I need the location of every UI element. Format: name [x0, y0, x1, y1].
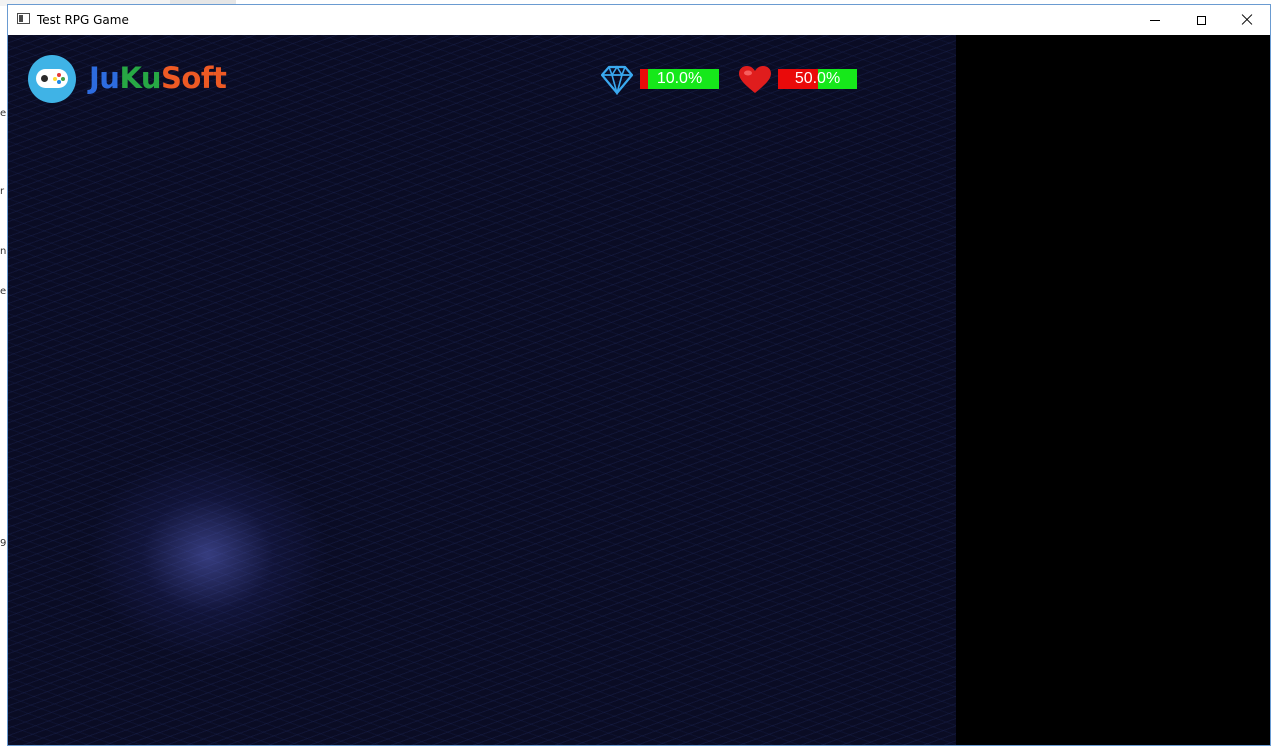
minimize-icon: [1150, 19, 1160, 21]
side-panel: [956, 35, 1270, 745]
gamepad-button: [61, 77, 65, 81]
background-text-fragment: n: [0, 246, 7, 257]
logo-wordmark: JuKuSoft: [89, 61, 227, 95]
window-title: Test RPG Game: [37, 13, 129, 27]
app-window-icon[interactable]: [17, 13, 30, 24]
maximize-icon: [1196, 15, 1206, 25]
logo-part-soft: Soft: [161, 61, 227, 95]
gamepad-body: [36, 69, 68, 88]
health-percent-label: 50.0%: [794, 70, 841, 87]
minimize-button[interactable]: [1132, 5, 1178, 35]
close-icon: [1241, 14, 1253, 26]
game-window: Test RPG Game JuKuSoft 10.0% 50.0%: [7, 4, 1271, 746]
title-bar[interactable]: Test RPG Game: [8, 5, 1270, 35]
maximize-button[interactable]: [1178, 5, 1224, 35]
logo-part-ju: Ju: [89, 61, 120, 95]
background-text-fragment: e: [0, 108, 7, 119]
close-button[interactable]: [1224, 5, 1270, 35]
gamepad-button: [57, 73, 61, 77]
mana-bar: 10.0%: [640, 69, 719, 89]
health-bar: 50.0%: [778, 69, 857, 89]
gamepad-button: [57, 80, 61, 84]
gamepad-icon: [28, 55, 76, 103]
diamond-icon: [600, 65, 634, 95]
logo-part-ku: Ku: [119, 61, 162, 95]
gamepad-dpad: [41, 75, 48, 82]
background-text-fragment: r: [0, 186, 5, 197]
mana-percent-label: 10.0%: [656, 70, 703, 87]
heart-icon: [739, 66, 771, 93]
background-text-fragment: 9: [0, 538, 7, 549]
gamepad-button: [53, 77, 57, 81]
game-viewport[interactable]: JuKuSoft 10.0% 50.0%: [8, 35, 956, 745]
